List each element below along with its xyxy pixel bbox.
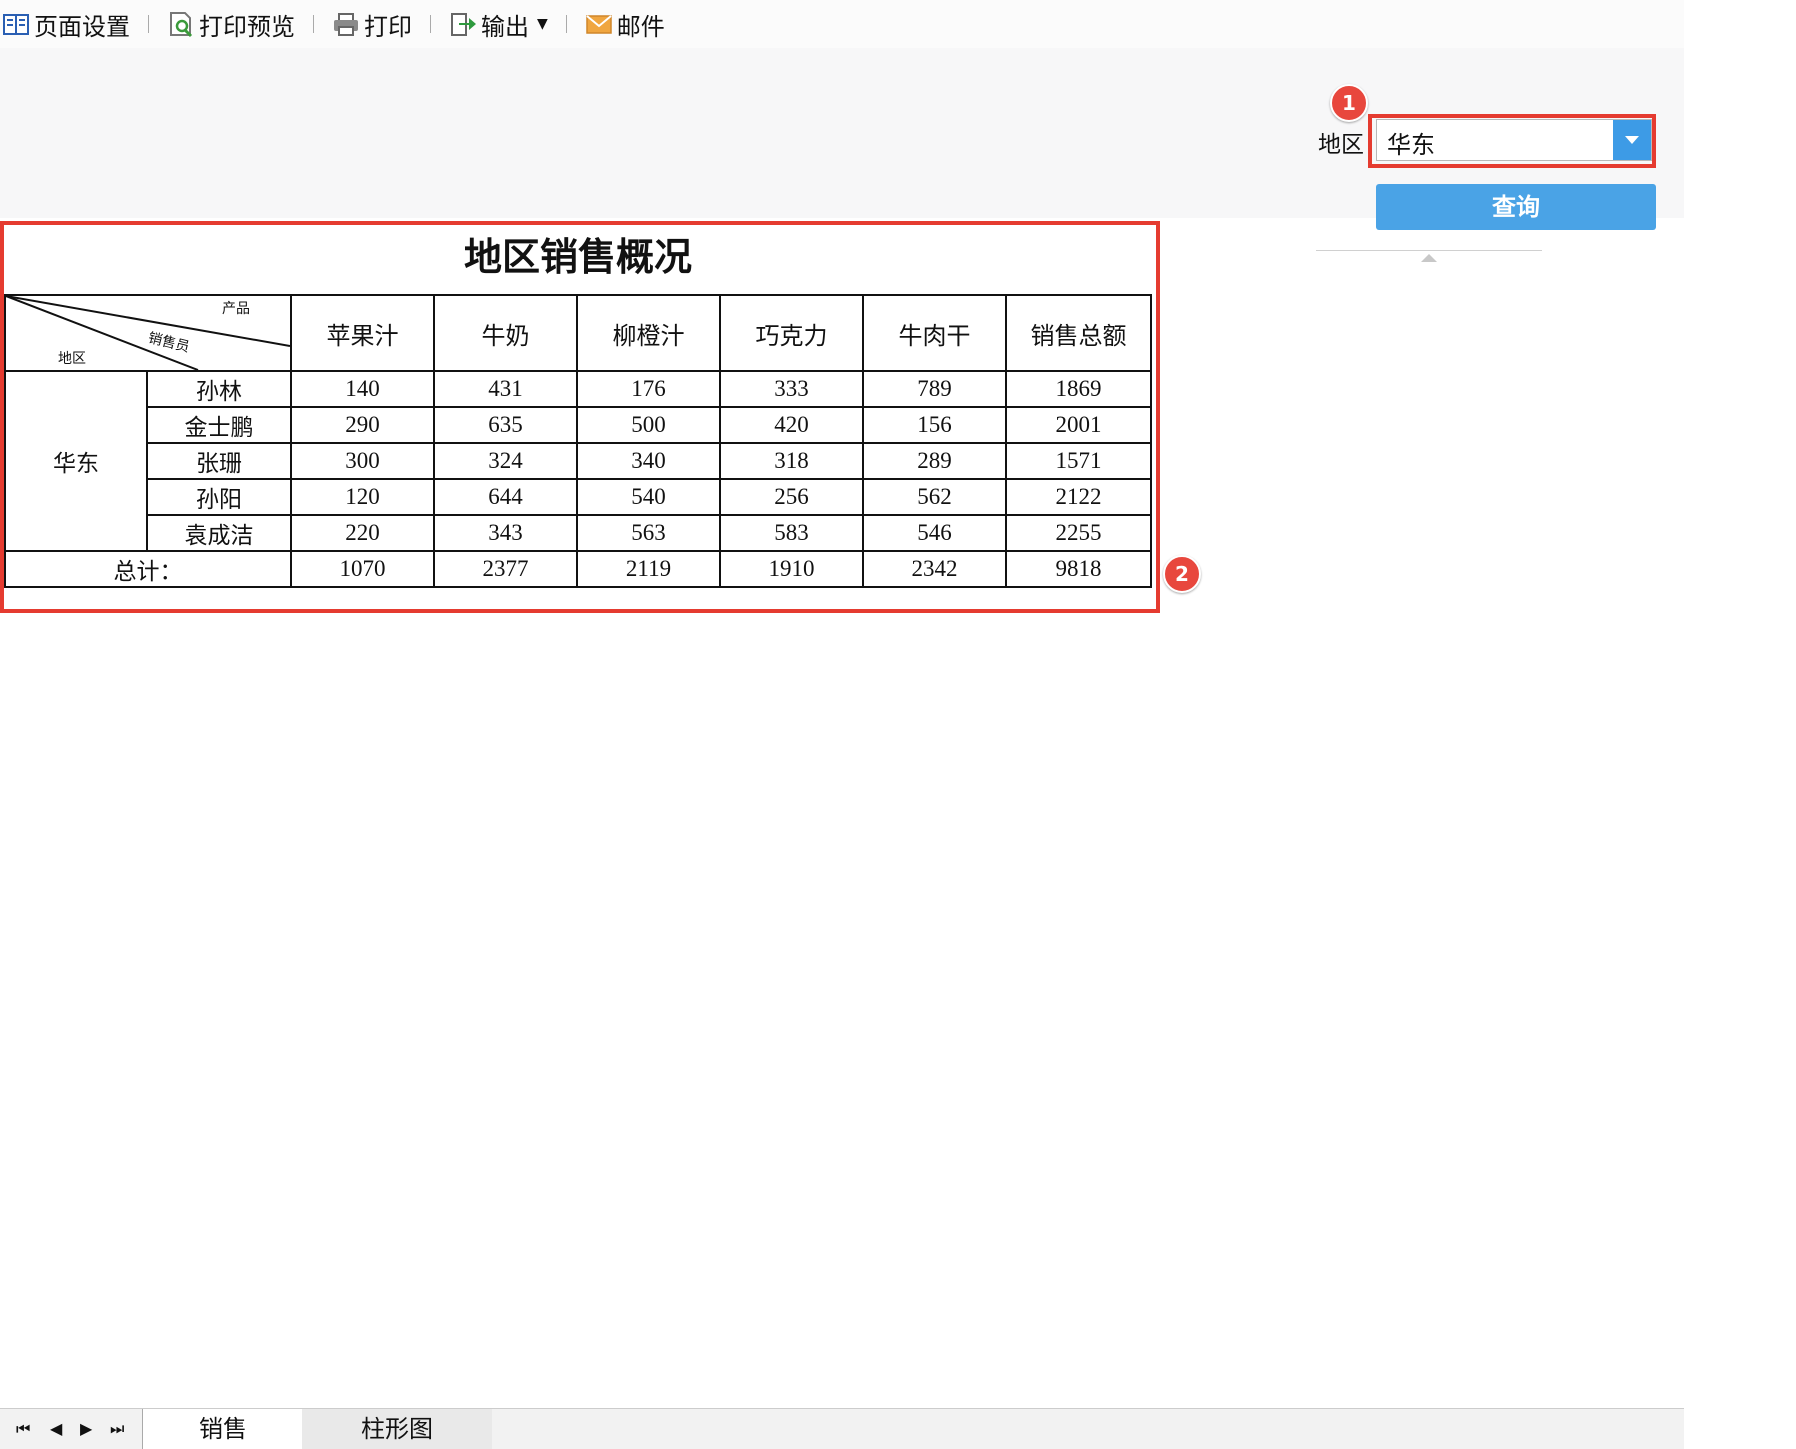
value-cell: 2001	[1005, 406, 1152, 444]
value-cell: 563	[576, 514, 721, 552]
column-header: 销售总额	[1005, 294, 1152, 372]
total-cell: 2377	[433, 550, 578, 588]
toolbar: 页面设置 打印预览 打印 输出 ▼ 邮件	[0, 0, 1684, 49]
value-cell: 644	[433, 478, 578, 516]
callout-badge-1: 1	[1330, 84, 1368, 122]
salesperson-cell: 张珊	[146, 442, 292, 480]
next-sheet-icon[interactable]: ▶	[80, 1419, 92, 1438]
last-sheet-icon[interactable]: ⏭	[110, 1419, 124, 1439]
page-setup-icon	[2, 10, 30, 38]
salesperson-cell: 孙阳	[146, 478, 292, 516]
value-cell: 220	[290, 514, 435, 552]
print-button[interactable]: 打印	[328, 0, 416, 48]
page-setup-button[interactable]: 页面设置	[0, 0, 134, 48]
report-sheet: 地区销售概况 产品 销售员 地区 苹果汁 牛奶 柳橙汁 巧克力 牛肉干 销售总额	[4, 226, 1152, 588]
first-sheet-icon[interactable]: ⏮	[16, 1419, 30, 1439]
collapse-panel-handle[interactable]	[1316, 250, 1542, 267]
report-title: 地区销售概况	[463, 234, 692, 279]
value-cell: 431	[433, 370, 578, 408]
toolbar-separator	[430, 15, 431, 33]
value-cell: 290	[290, 406, 435, 444]
table-row: 孙阳 120 644 540 256 562 2122	[5, 478, 1152, 516]
region-cell: 华东	[4, 370, 148, 552]
mail-label: 邮件	[616, 12, 665, 41]
salesperson-cell: 孙林	[146, 370, 292, 408]
total-label: 总计：	[4, 550, 292, 588]
tab-bar-chart[interactable]: 柱形图	[302, 1409, 492, 1449]
salesperson-cell: 金士鹏	[146, 406, 292, 444]
query-button[interactable]: 查询	[1376, 184, 1656, 230]
mail-icon	[585, 10, 613, 38]
value-cell: 2122	[1005, 478, 1152, 516]
region-label: 地区	[1318, 132, 1364, 158]
print-preview-icon	[167, 10, 195, 38]
value-cell: 562	[862, 478, 1007, 516]
region-select[interactable]: 华东	[1376, 119, 1652, 161]
value-cell: 340	[576, 442, 721, 480]
export-label: 输出	[481, 12, 529, 41]
column-header: 牛奶	[433, 294, 578, 372]
value-cell: 2255	[1005, 514, 1152, 552]
toolbar-separator	[565, 15, 567, 33]
column-header: 柳橙汁	[576, 294, 721, 372]
total-cell: 2342	[862, 550, 1007, 588]
value-cell: 289	[862, 442, 1007, 480]
column-header: 苹果汁	[290, 294, 435, 372]
column-header: 牛肉干	[862, 294, 1007, 372]
total-row: 总计： 1070 2377 2119 1910 2342 9818	[4, 550, 1152, 588]
value-cell: 583	[719, 514, 864, 552]
value-cell: 546	[862, 514, 1007, 552]
value-cell: 500	[576, 406, 721, 444]
value-cell: 156	[862, 406, 1007, 444]
table-row: 张珊 300 324 340 318 289 1571	[5, 442, 1152, 480]
print-label: 打印	[364, 12, 412, 41]
value-cell: 256	[719, 478, 864, 516]
value-cell: 1571	[1005, 442, 1152, 480]
table-row: 袁成洁 220 343 563 583 546 2255	[5, 514, 1152, 552]
value-cell: 789	[862, 370, 1007, 408]
chevron-down-icon: ▼	[537, 16, 548, 32]
total-cell: 1070	[290, 550, 435, 588]
export-icon	[449, 10, 477, 38]
value-cell: 176	[576, 370, 721, 408]
parameter-panel: 地区 华东 查询	[0, 48, 1684, 262]
column-header: 巧克力	[719, 294, 864, 372]
mail-button[interactable]: 邮件	[581, 0, 669, 48]
header-row: 产品 销售员 地区 苹果汁 牛奶 柳橙汁 巧克力 牛肉干 销售总额	[4, 294, 1152, 372]
total-cell: 2119	[576, 550, 721, 588]
toolbar-separator	[148, 15, 149, 33]
value-cell: 333	[719, 370, 864, 408]
total-cell: 9818	[1005, 550, 1152, 588]
toolbar-separator	[313, 15, 314, 33]
value-cell: 324	[433, 442, 578, 480]
value-cell: 343	[433, 514, 578, 552]
sales-table: 产品 销售员 地区 苹果汁 牛奶 柳橙汁 巧克力 牛肉干 销售总额 华东 孙林 …	[4, 294, 1152, 588]
value-cell: 1869	[1005, 370, 1152, 408]
printer-icon	[332, 10, 360, 38]
table-row: 金士鹏 290 635 500 420 156 2001	[5, 406, 1152, 444]
callout-badge-2: 2	[1163, 555, 1201, 593]
dropdown-arrow-icon[interactable]	[1613, 120, 1651, 160]
sheet-tab-bar: ⏮ ◀ ▶ ⏭ 销售 柱形图	[0, 1408, 1684, 1449]
export-button[interactable]: 输出 ▼	[445, 0, 552, 48]
page-setup-label: 页面设置	[34, 12, 130, 41]
value-cell: 420	[719, 406, 864, 444]
value-cell: 300	[290, 442, 435, 480]
value-cell: 318	[719, 442, 864, 480]
print-preview-button[interactable]: 打印预览	[163, 0, 299, 48]
value-cell: 540	[576, 478, 721, 516]
region-select-value: 华东	[1387, 131, 1435, 159]
table-row: 华东 孙林 140 431 176 333 789 1869	[4, 370, 1152, 552]
value-cell: 120	[290, 478, 435, 516]
previous-sheet-icon[interactable]: ◀	[50, 1419, 62, 1438]
diagonal-header-cell: 产品 销售员 地区	[4, 294, 292, 372]
corner-label-product: 产品	[222, 302, 250, 317]
value-cell: 635	[433, 406, 578, 444]
print-preview-label: 打印预览	[199, 12, 295, 41]
total-cell: 1910	[719, 550, 864, 588]
value-cell: 140	[290, 370, 435, 408]
corner-label-region: 地区	[58, 352, 86, 367]
tab-sales[interactable]: 销售	[142, 1409, 303, 1449]
salesperson-cell: 袁成洁	[146, 514, 292, 552]
